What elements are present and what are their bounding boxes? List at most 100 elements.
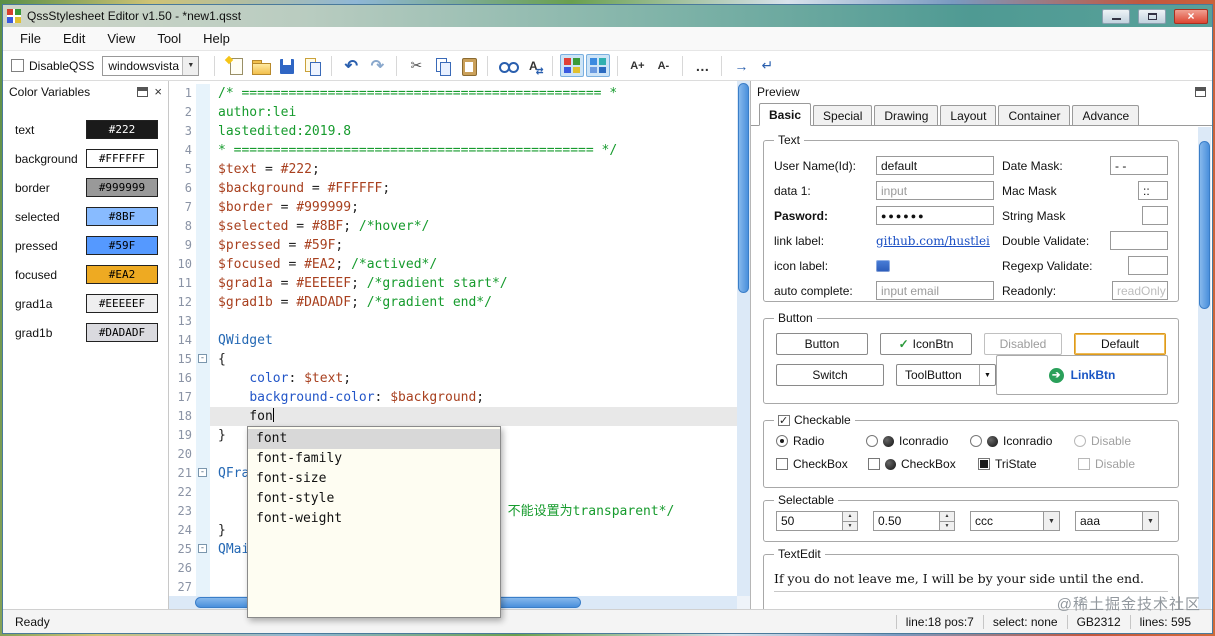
switch-btn[interactable]: Switch xyxy=(776,364,884,386)
double-spinbox[interactable]: 0.50 ▲ ▼ xyxy=(873,511,955,531)
combo-ccc[interactable]: ccc ▼ xyxy=(970,511,1060,531)
float-panel-icon[interactable] xyxy=(137,87,149,97)
maximize-button[interactable] xyxy=(1138,8,1166,24)
font-increase-icon[interactable]: A+ xyxy=(625,54,649,77)
menu-help[interactable]: Help xyxy=(192,28,241,49)
color-swatch-button[interactable]: #222 xyxy=(86,120,158,139)
replace-icon[interactable]: A xyxy=(521,54,545,78)
editor-line[interactable]: 9 $pressed = #59F; xyxy=(169,236,737,255)
menu-tool[interactable]: Tool xyxy=(146,28,192,49)
tab-layout[interactable]: Layout xyxy=(940,105,997,125)
autocomplete-item[interactable]: font-style xyxy=(248,489,500,509)
autocomplete-item[interactable]: font xyxy=(248,429,500,449)
editor-line[interactable]: 11 $grad1a = #EEEEEF; /*gradient start*/ xyxy=(169,274,737,293)
editor-line[interactable]: 18 fon xyxy=(169,407,737,426)
editor-line[interactable]: 15- { xyxy=(169,350,737,369)
linkbtn-button[interactable]: LinkBtn xyxy=(1071,368,1116,382)
editor-line[interactable]: 3 lastedited:2019.8 xyxy=(169,122,737,141)
textedit-content[interactable]: If you do not leave me, I will be by you… xyxy=(764,555,1178,586)
fold-toggle-icon[interactable]: - xyxy=(198,354,207,363)
undo-icon[interactable]: ↶ xyxy=(339,54,363,77)
combo-aaa[interactable]: aaa ▼ xyxy=(1075,511,1159,531)
goto-line-icon[interactable]: → xyxy=(729,54,753,77)
checkbox-disable[interactable]: Disable xyxy=(1078,457,1158,471)
color-swatch-button[interactable]: #EA2 xyxy=(86,265,158,284)
chevron-down-icon[interactable]: ▼ xyxy=(979,365,995,385)
data1-input[interactable]: input xyxy=(876,181,994,200)
double-validate-input[interactable] xyxy=(1110,231,1168,250)
preview-grid-icon[interactable] xyxy=(586,54,611,77)
disabled-btn[interactable]: Disabled xyxy=(984,333,1062,355)
chevron-down-icon[interactable]: ▼ xyxy=(182,56,199,75)
open-file-icon[interactable] xyxy=(248,54,272,77)
titlebar[interactable]: QssStylesheet Editor v1.50 - *new1.qsst … xyxy=(3,5,1212,27)
menu-view[interactable]: View xyxy=(96,28,146,49)
checkable-legend-checkbox[interactable] xyxy=(778,414,790,427)
regexp-validate-input[interactable] xyxy=(1128,256,1168,275)
float-panel-icon[interactable] xyxy=(1195,87,1206,97)
autocomplete-item[interactable]: font-weight xyxy=(248,509,500,529)
editor-line[interactable]: 6 $background = #FFFFFF; xyxy=(169,179,737,198)
color-swatch-button[interactable]: #EEEEEF xyxy=(86,294,158,313)
chevron-down-icon[interactable]: ▼ xyxy=(1142,512,1158,530)
checkbox-control[interactable] xyxy=(1078,458,1090,470)
radio-disable[interactable]: Disable xyxy=(1074,434,1154,448)
link-label[interactable]: github.com/hustlei xyxy=(876,234,990,248)
color-swatch-button[interactable]: #999999 xyxy=(86,178,158,197)
iconbtn-btn[interactable]: ✓ IconBtn xyxy=(880,333,972,355)
linkbtn-frame[interactable]: ➔ LinkBtn xyxy=(996,355,1168,395)
preview-scrollbar[interactable] xyxy=(1198,127,1211,609)
checkbox-control[interactable] xyxy=(776,458,788,470)
editor-line[interactable]: 1 /* ====================================… xyxy=(169,84,737,103)
radio-control[interactable] xyxy=(970,435,982,447)
autocomplete-item[interactable]: font-size xyxy=(248,469,500,489)
editor-line[interactable]: 12 $grad1b = #DADADF; /*gradient end*/ xyxy=(169,293,737,312)
mac-mask-input[interactable]: :: xyxy=(1138,181,1168,200)
readonly-input[interactable]: readOnly xyxy=(1112,281,1168,300)
find-icon[interactable] xyxy=(495,54,520,77)
default-btn[interactable]: Default xyxy=(1074,333,1166,355)
scrollbar-thumb[interactable] xyxy=(738,83,749,293)
autocomplete-popup[interactable]: font font-family font-size font-style font-w… xyxy=(247,426,501,618)
color-swatch-button[interactable]: #59F xyxy=(86,236,158,255)
editor-line[interactable]: 14 QWidget xyxy=(169,331,737,350)
copy-icon[interactable] xyxy=(430,54,454,77)
editor-line[interactable]: 8 $selected = #8BF; /*hover*/ xyxy=(169,217,737,236)
tab-advance[interactable]: Advance xyxy=(1072,105,1140,125)
color-swatch-button[interactable]: #DADADF xyxy=(86,323,158,342)
spin-up-icon[interactable]: ▲ xyxy=(940,512,954,522)
paste-icon[interactable] xyxy=(456,54,480,77)
more-icon[interactable]: … xyxy=(690,54,714,77)
spin-down-icon[interactable]: ▼ xyxy=(940,522,954,531)
autocomplete-item[interactable]: font-family xyxy=(248,449,500,469)
editor-line[interactable]: 10 $focused = #EA2; /*actived*/ xyxy=(169,255,737,274)
editor-line[interactable]: 2 author:lei xyxy=(169,103,737,122)
radio-radio[interactable]: Radio xyxy=(776,434,866,448)
username-input[interactable]: default xyxy=(876,156,994,175)
tab-special[interactable]: Special xyxy=(813,105,873,125)
color-grid-icon[interactable] xyxy=(560,54,585,77)
color-swatch-button[interactable]: #FFFFFF xyxy=(86,149,158,168)
color-swatch-button[interactable]: #8BF xyxy=(86,207,158,226)
font-decrease-icon[interactable]: A- xyxy=(651,54,675,77)
date-mask-input[interactable]: - - xyxy=(1110,156,1168,175)
editor-line[interactable]: 7 $border = #999999; xyxy=(169,198,737,217)
radio-control[interactable] xyxy=(1074,435,1086,447)
radio-control[interactable] xyxy=(776,435,788,447)
editor-line[interactable]: 13 xyxy=(169,312,737,331)
int-spinbox[interactable]: 50 ▲ ▼ xyxy=(776,511,858,531)
chevron-down-icon[interactable]: ▼ xyxy=(1043,512,1059,530)
save-icon[interactable] xyxy=(274,54,298,77)
password-input[interactable]: ●●●●●● xyxy=(876,206,994,225)
checkbox-tristate[interactable]: TriState xyxy=(978,457,1078,471)
cut-icon[interactable]: ✂ xyxy=(404,54,428,77)
redo-icon[interactable]: ↷ xyxy=(365,54,389,77)
line-wrap-icon[interactable]: ↵ xyxy=(755,54,779,77)
radio-iconradio[interactable]: Iconradio xyxy=(866,434,970,448)
menu-edit[interactable]: Edit xyxy=(52,28,96,49)
editor-line[interactable]: 17 background-color: $background; xyxy=(169,388,737,407)
checkbox-checkbox[interactable]: CheckBox xyxy=(868,457,978,471)
string-mask-input[interactable] xyxy=(1142,206,1168,225)
new-file-icon[interactable] xyxy=(222,54,246,77)
tab-drawing[interactable]: Drawing xyxy=(874,105,939,125)
